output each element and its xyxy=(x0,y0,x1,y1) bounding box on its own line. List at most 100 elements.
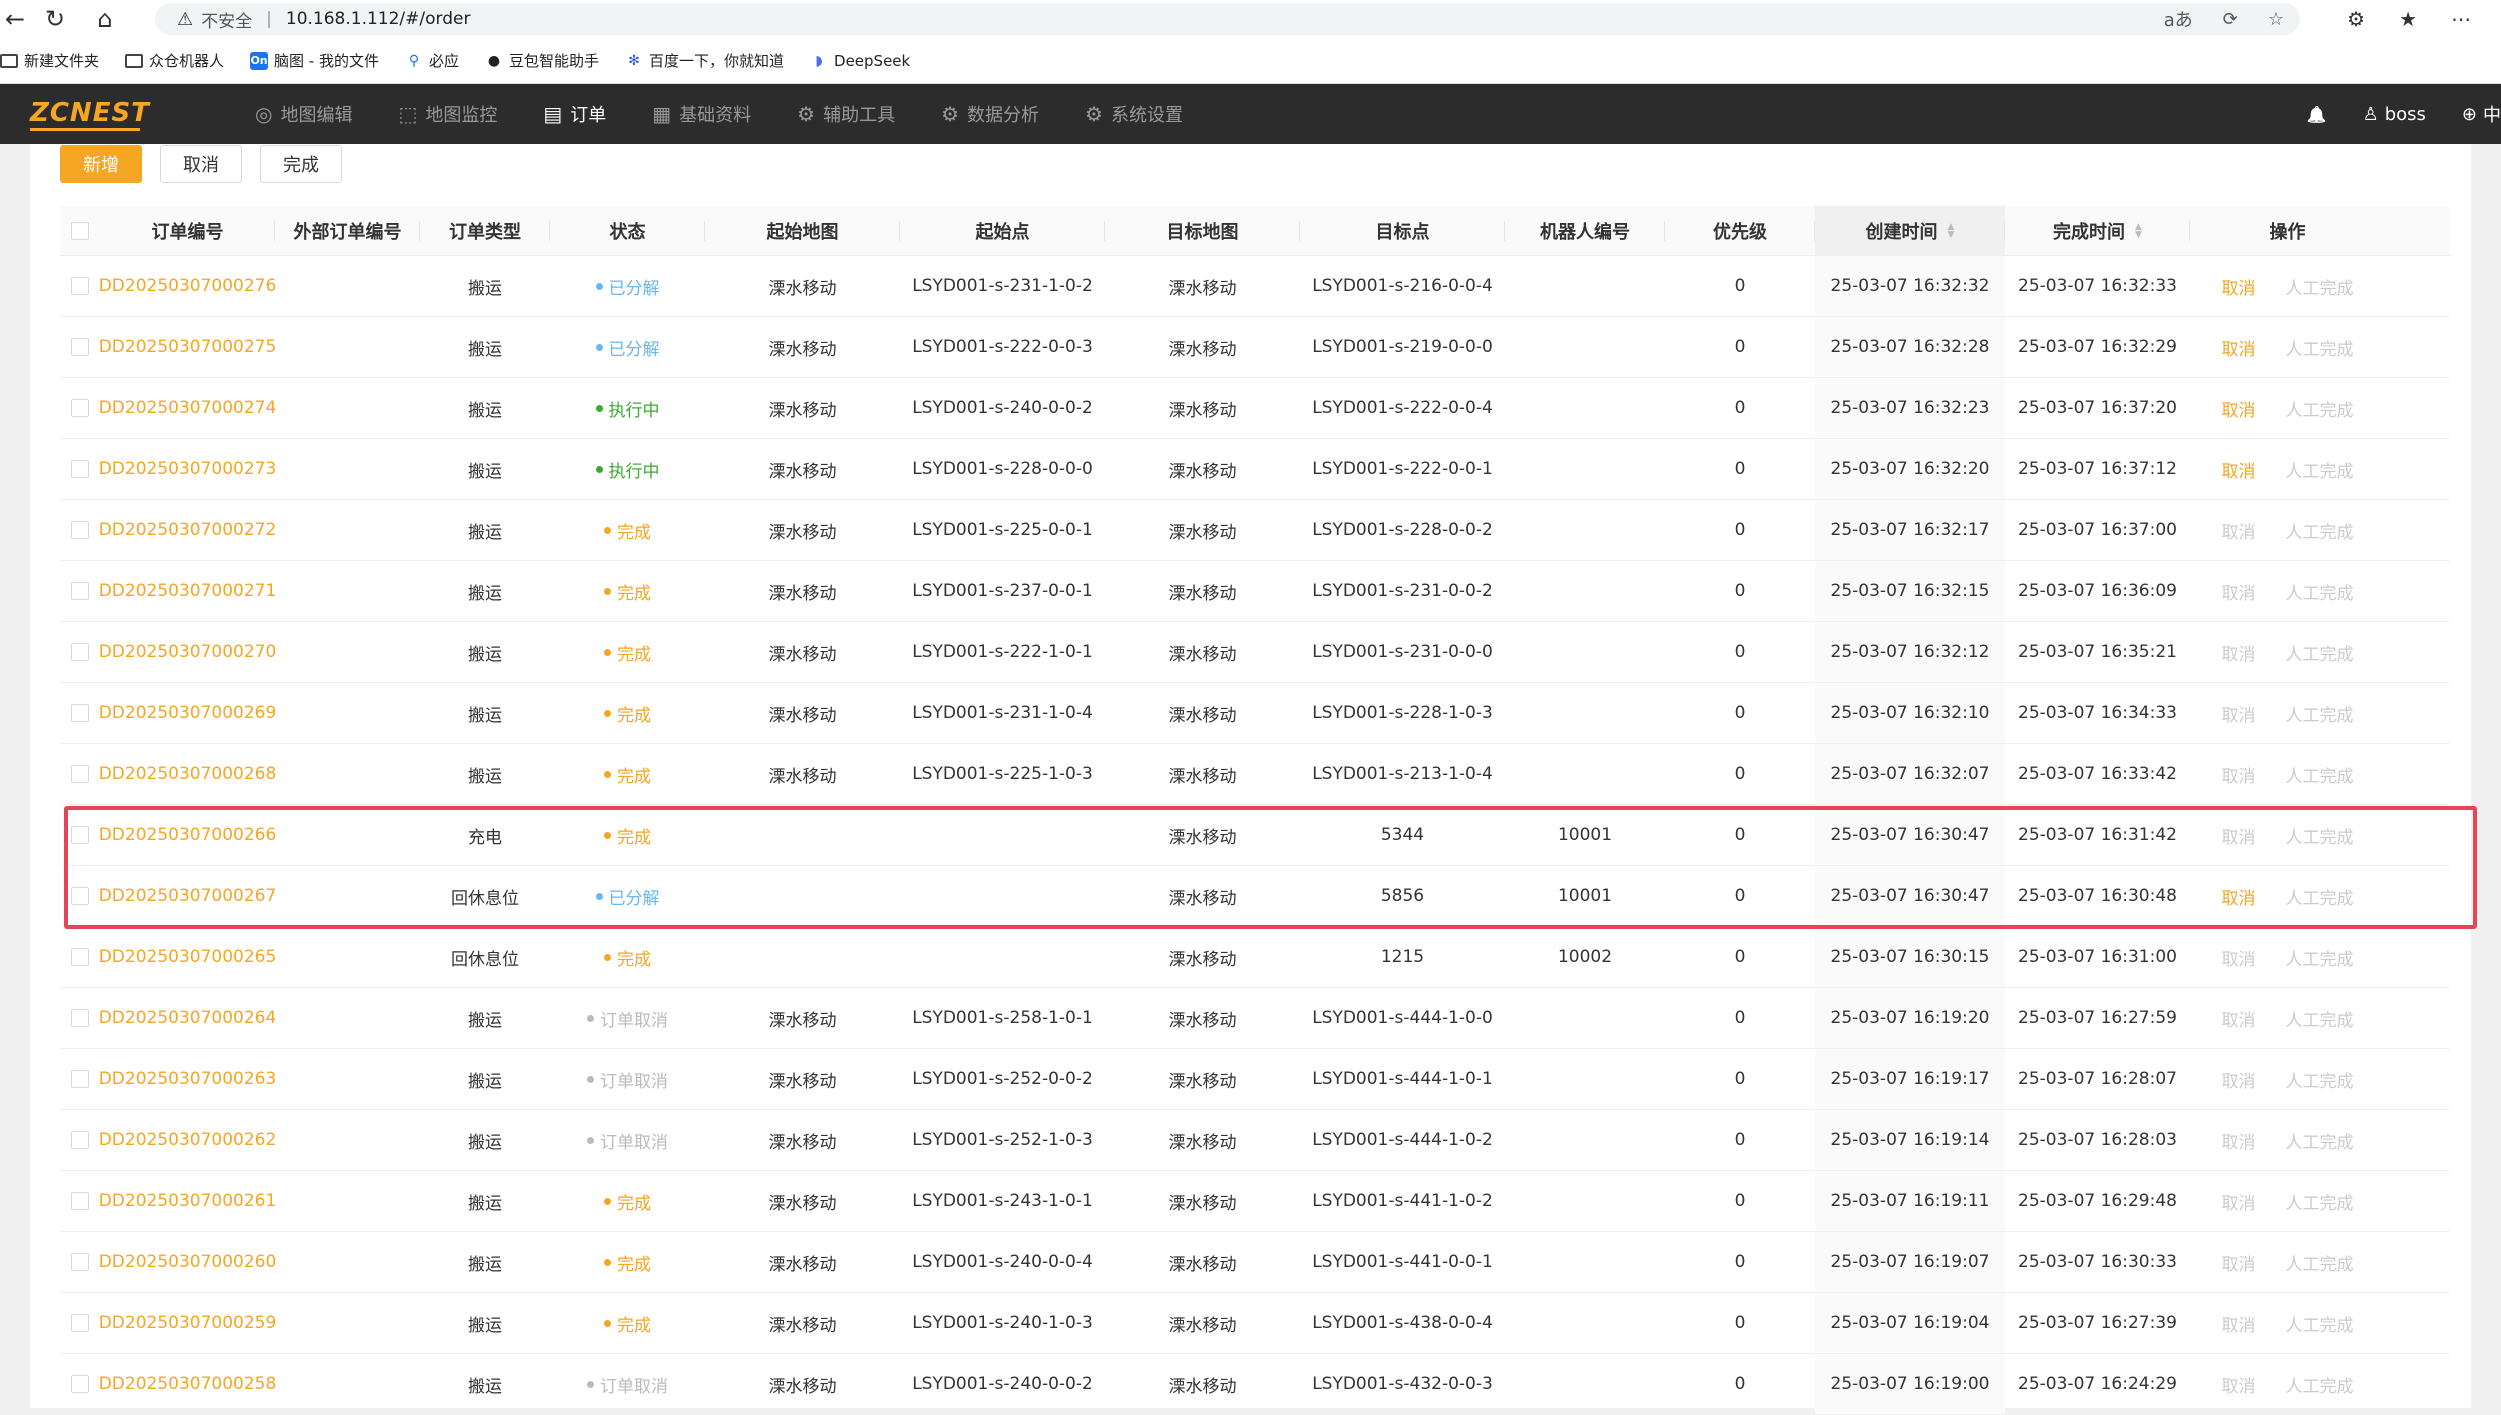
row-manual-complete-button[interactable]: 人工完成 xyxy=(2286,884,2354,909)
add-button[interactable]: 新增 xyxy=(60,145,142,183)
row-manual-complete-button[interactable]: 人工完成 xyxy=(2286,1006,2354,1031)
table-row[interactable]: DD20250307000270 搬运 完成 溧水移动 LSYD001-s-222-1-… xyxy=(60,622,2450,683)
table-row[interactable]: DD20250307000276 搬运 已分解 溧水移动 LSYD001-s-231-1… xyxy=(60,256,2450,317)
row-manual-complete-button[interactable]: 人工完成 xyxy=(2286,579,2354,604)
table-row[interactable]: DD20250307000261 搬运 完成 溧水移动 LSYD001-s-243-1-… xyxy=(60,1171,2450,1232)
cell-order-no[interactable]: DD20250307000261 xyxy=(99,1171,277,1231)
bookmark-robot-folder[interactable]: 众仓机器人 xyxy=(125,50,224,71)
row-cancel-button[interactable]: 取消 xyxy=(2222,701,2256,726)
menu-analytics[interactable]: ⚙ 数据分析 xyxy=(941,101,1039,127)
row-checkbox[interactable] xyxy=(71,887,89,905)
header-finished-time[interactable]: 完成时间 ▲ ▼ xyxy=(2005,206,2190,255)
bell-icon[interactable]: 🔔 xyxy=(2307,105,2327,124)
table-row[interactable]: DD20250307000263 搬运 订单取消 溧水移动 LSYD001-s-252-… xyxy=(60,1049,2450,1110)
row-cancel-button[interactable]: 取消 xyxy=(2222,1128,2256,1153)
row-manual-complete-button[interactable]: 人工完成 xyxy=(2286,518,2354,543)
refresh-page-icon[interactable]: ⟳ xyxy=(2223,9,2238,30)
row-cancel-button[interactable]: 取消 xyxy=(2222,396,2256,421)
cell-order-no[interactable]: DD20250307000265 xyxy=(99,927,277,987)
header-created-time[interactable]: 创建时间 ▲ ▼ xyxy=(1815,206,2005,255)
user-menu[interactable]: ♙ boss xyxy=(2363,104,2426,125)
complete-button[interactable]: 完成 xyxy=(260,145,342,183)
menu-map-edit[interactable]: ◎ 地图编辑 xyxy=(255,101,352,127)
table-row[interactable]: DD20250307000258 搬运 订单取消 溧水移动 LSYD001-s-240-… xyxy=(60,1354,2450,1415)
table-row[interactable]: DD20250307000259 搬运 完成 溧水移动 LSYD001-s-240-1-… xyxy=(60,1293,2450,1354)
row-checkbox[interactable] xyxy=(71,643,89,661)
sort-icon[interactable]: ▲ ▼ xyxy=(1948,222,1955,239)
row-checkbox[interactable] xyxy=(71,460,89,478)
read-aloud-icon[interactable]: aあ xyxy=(2164,6,2193,32)
cell-order-no[interactable]: DD20250307000266 xyxy=(99,805,277,865)
language-switch[interactable]: ⊕ 中 xyxy=(2462,101,2501,127)
table-row[interactable]: DD20250307000260 搬运 完成 溧水移动 LSYD001-s-240-0-… xyxy=(60,1232,2450,1293)
table-row[interactable]: DD20250307000272 搬运 完成 溧水移动 LSYD001-s-225-0-… xyxy=(60,500,2450,561)
cell-order-no[interactable]: DD20250307000259 xyxy=(99,1293,277,1353)
back-icon[interactable]: ← xyxy=(0,0,30,38)
table-row[interactable]: DD20250307000269 搬运 完成 溧水移动 LSYD001-s-231-1-… xyxy=(60,683,2450,744)
table-row[interactable]: DD20250307000273 搬运 执行中 溧水移动 LSYD001-s-228-0… xyxy=(60,439,2450,500)
cell-order-no[interactable]: DD20250307000276 xyxy=(99,256,277,316)
row-checkbox[interactable] xyxy=(71,948,89,966)
row-manual-complete-button[interactable]: 人工完成 xyxy=(2286,274,2354,299)
app-logo[interactable]: ZCNEST xyxy=(30,98,150,128)
table-row[interactable]: DD20250307000262 搬运 订单取消 溧水移动 LSYD001-s-252-… xyxy=(60,1110,2450,1171)
row-manual-complete-button[interactable]: 人工完成 xyxy=(2286,823,2354,848)
row-cancel-button[interactable]: 取消 xyxy=(2222,884,2256,909)
row-cancel-button[interactable]: 取消 xyxy=(2222,640,2256,665)
row-manual-complete-button[interactable]: 人工完成 xyxy=(2286,1189,2354,1214)
row-cancel-button[interactable]: 取消 xyxy=(2222,1250,2256,1275)
table-row[interactable]: DD20250307000274 搬运 执行中 溧水移动 LSYD001-s-240-0… xyxy=(60,378,2450,439)
row-checkbox[interactable] xyxy=(71,1314,89,1332)
row-cancel-button[interactable]: 取消 xyxy=(2222,1006,2256,1031)
row-manual-complete-button[interactable]: 人工完成 xyxy=(2286,762,2354,787)
favorites-icon[interactable]: ★ xyxy=(2399,7,2417,31)
row-checkbox[interactable] xyxy=(71,338,89,356)
row-checkbox[interactable] xyxy=(71,521,89,539)
select-all-checkbox[interactable] xyxy=(71,221,89,240)
row-checkbox[interactable] xyxy=(71,399,89,417)
cell-order-no[interactable]: DD20250307000275 xyxy=(99,317,277,377)
table-row[interactable]: DD20250307000265 回休息位 完成 溧水移动 1215 10002 0 25-0… xyxy=(60,927,2450,988)
table-row[interactable]: DD20250307000266 充电 完成 溧水移动 5344 10001 0 25-03-… xyxy=(60,805,2450,866)
cancel-button[interactable]: 取消 xyxy=(160,145,242,183)
bookmark-new-folder[interactable]: 新建文件夹 xyxy=(0,50,99,71)
row-checkbox[interactable] xyxy=(71,1375,89,1393)
menu-tools[interactable]: ⚙ 辅助工具 xyxy=(797,101,895,127)
row-cancel-button[interactable]: 取消 xyxy=(2222,945,2256,970)
cell-order-no[interactable]: DD20250307000274 xyxy=(99,378,277,438)
cell-order-no[interactable]: DD20250307000268 xyxy=(99,744,277,804)
row-checkbox[interactable] xyxy=(71,1009,89,1027)
more-menu-icon[interactable]: ⋯ xyxy=(2451,7,2471,31)
bookmark-mindmap[interactable]: On 脑图 - 我的文件 xyxy=(250,50,379,71)
row-manual-complete-button[interactable]: 人工完成 xyxy=(2286,640,2354,665)
cell-order-no[interactable]: DD20250307000260 xyxy=(99,1232,277,1292)
row-checkbox[interactable] xyxy=(71,1192,89,1210)
row-checkbox[interactable] xyxy=(71,1070,89,1088)
row-checkbox[interactable] xyxy=(71,582,89,600)
menu-orders[interactable]: ▤ 订单 xyxy=(543,101,606,127)
cell-order-no[interactable]: DD20250307000271 xyxy=(99,561,277,621)
favorite-star-icon[interactable]: ☆ xyxy=(2268,9,2284,30)
row-checkbox[interactable] xyxy=(71,277,89,295)
row-manual-complete-button[interactable]: 人工完成 xyxy=(2286,457,2354,482)
row-manual-complete-button[interactable]: 人工完成 xyxy=(2286,1372,2354,1397)
row-cancel-button[interactable]: 取消 xyxy=(2222,518,2256,543)
bookmark-bing[interactable]: ⚲ 必应 xyxy=(405,50,459,71)
table-row[interactable]: DD20250307000268 搬运 完成 溧水移动 LSYD001-s-225-1-… xyxy=(60,744,2450,805)
extensions-icon[interactable]: ⚙ xyxy=(2347,7,2365,31)
row-manual-complete-button[interactable]: 人工完成 xyxy=(2286,1250,2354,1275)
bookmark-doubao[interactable]: ● 豆包智能助手 xyxy=(485,50,599,71)
cell-order-no[interactable]: DD20250307000264 xyxy=(99,988,277,1048)
sort-icon[interactable]: ▲ ▼ xyxy=(2135,222,2142,239)
menu-basic-data[interactable]: ▦ 基础资料 xyxy=(652,101,751,127)
row-manual-complete-button[interactable]: 人工完成 xyxy=(2286,701,2354,726)
row-manual-complete-button[interactable]: 人工完成 xyxy=(2286,335,2354,360)
row-manual-complete-button[interactable]: 人工完成 xyxy=(2286,396,2354,421)
row-checkbox[interactable] xyxy=(71,1131,89,1149)
address-bar[interactable]: ⚠ 不安全 | 10.168.1.112/#/order aあ ⟳ ☆ xyxy=(155,3,2300,35)
row-cancel-button[interactable]: 取消 xyxy=(2222,579,2256,604)
row-checkbox[interactable] xyxy=(71,1253,89,1271)
cell-order-no[interactable]: DD20250307000262 xyxy=(99,1110,277,1170)
bookmark-baidu[interactable]: ✻ 百度一下，你就知道 xyxy=(625,50,784,71)
row-cancel-button[interactable]: 取消 xyxy=(2222,1067,2256,1092)
